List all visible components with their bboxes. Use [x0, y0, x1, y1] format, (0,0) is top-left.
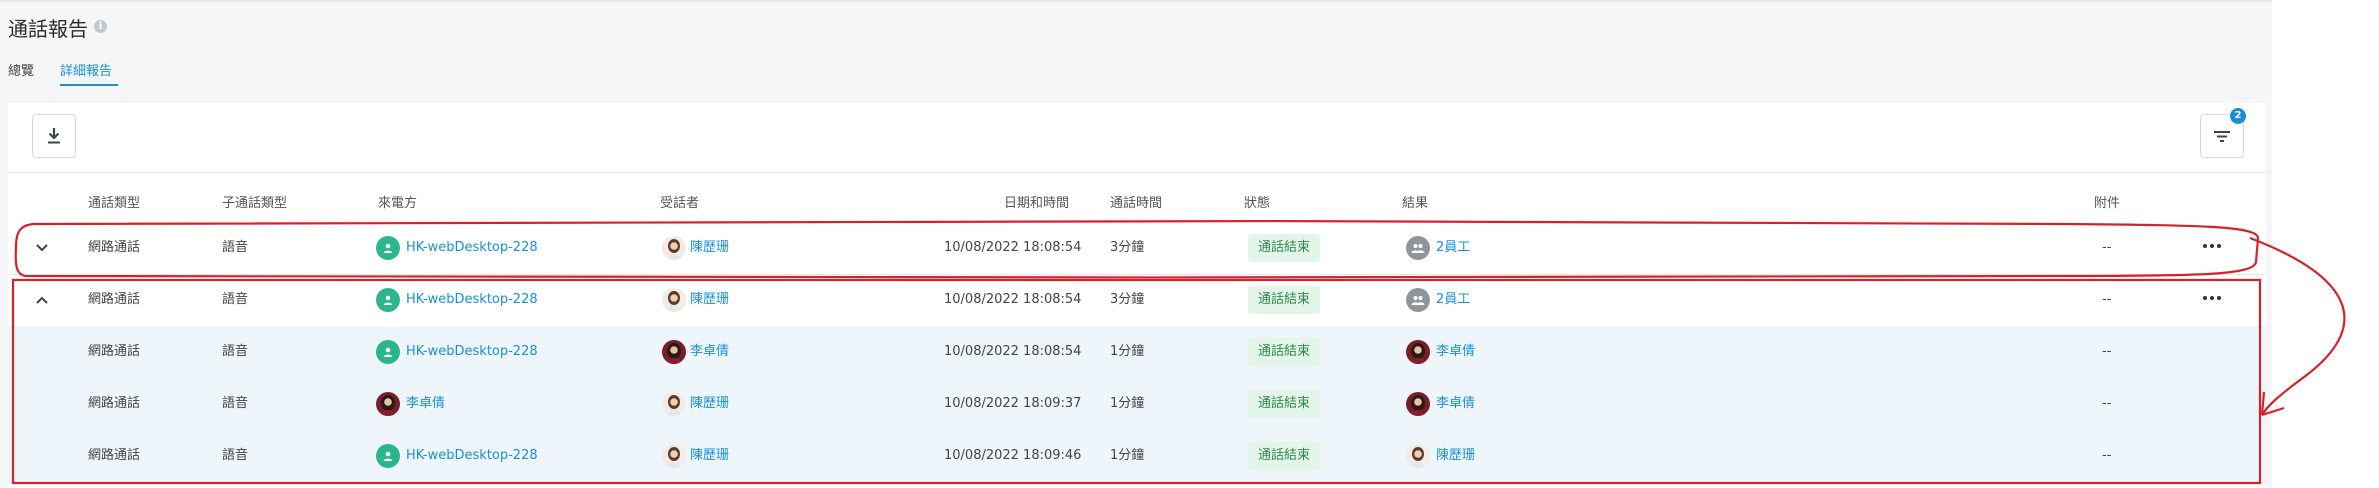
- call-type-cell: 網路通話: [88, 344, 141, 359]
- column-header-result[interactable]: 結果: [1402, 192, 1428, 211]
- attachment-cell: --: [2102, 396, 2112, 411]
- attachment-cell: --: [2102, 344, 2112, 359]
- collapse-chevron-icon[interactable]: [30, 288, 54, 312]
- result-link[interactable]: 2員工: [1436, 238, 1470, 258]
- caller-link[interactable]: HK-webDesktop-228: [406, 290, 538, 310]
- status-badge: 通話結束: [1248, 286, 1321, 314]
- tab-detailed-report[interactable]: 詳細報告: [60, 60, 112, 79]
- datetime-cell: 10/08/2022 18:09:46: [944, 448, 1082, 463]
- callee-link[interactable]: 陳歷珊: [690, 238, 729, 258]
- caller-link[interactable]: HK-webDesktop-228: [406, 238, 538, 258]
- result-link[interactable]: 陳歷珊: [1436, 446, 1475, 466]
- device-avatar-icon: [376, 288, 400, 312]
- attachment-cell: --: [2102, 240, 2112, 255]
- page-title: 通話報告: [8, 17, 88, 41]
- sub-table-row[interactable]: 網路通話 語音 李卓倩 陳歷珊 10/08/2022 18:09:37 1分鐘 …: [8, 378, 2266, 431]
- column-header-status[interactable]: 狀態: [1244, 192, 1270, 211]
- duration-cell: 1分鐘: [1110, 448, 1145, 463]
- sub-table-row[interactable]: 網路通話 語音 HK-webDesktop-228 陳歷珊 10/08/2022…: [8, 430, 2266, 483]
- call-type-cell: 網路通話: [88, 396, 141, 411]
- call-type-cell: 網路通話: [88, 292, 141, 307]
- group-avatar-icon: [1406, 236, 1430, 260]
- column-header-sub-call-type[interactable]: 子通話類型: [222, 192, 287, 211]
- attachment-cell: --: [2102, 292, 2112, 307]
- sub-call-type-cell: 語音: [222, 396, 249, 411]
- tab-overview[interactable]: 總覽: [8, 60, 34, 79]
- user-avatar: [1406, 340, 1430, 364]
- datetime-cell: 10/08/2022 18:08:54: [944, 240, 1082, 255]
- callee-link[interactable]: 李卓倩: [690, 342, 729, 362]
- attachment-cell: --: [2102, 448, 2112, 463]
- table-row[interactable]: 網路通話 語音 HK-webDesktop-228 陳歷珊 10/08/2022…: [8, 274, 2266, 327]
- datetime-cell: 10/08/2022 18:08:54: [944, 344, 1082, 359]
- sub-table-row[interactable]: 網路通話 語音 HK-webDesktop-228 李卓倩 10/08/2022…: [8, 326, 2266, 379]
- info-icon[interactable]: i: [94, 20, 107, 33]
- user-avatar: [662, 340, 686, 364]
- device-avatar-icon: [376, 340, 400, 364]
- result-link[interactable]: 李卓倩: [1436, 394, 1475, 414]
- status-badge: 通話結束: [1248, 390, 1321, 418]
- more-options-icon[interactable]: [2198, 234, 2226, 258]
- user-avatar: [662, 288, 686, 312]
- download-icon: [48, 128, 60, 144]
- duration-cell: 3分鐘: [1110, 240, 1145, 255]
- status-badge: 通話結束: [1248, 234, 1321, 262]
- user-avatar: [376, 392, 400, 416]
- device-avatar-icon: [376, 444, 400, 468]
- datetime-cell: 10/08/2022 18:09:37: [944, 396, 1082, 411]
- callee-link[interactable]: 陳歷珊: [690, 290, 729, 310]
- filter-icon: [2214, 131, 2230, 142]
- duration-cell: 1分鐘: [1110, 344, 1145, 359]
- download-button[interactable]: [32, 114, 76, 158]
- duration-cell: 3分鐘: [1110, 292, 1145, 307]
- caller-link[interactable]: 李卓倩: [406, 394, 445, 414]
- column-header-call-type[interactable]: 通話類型: [88, 192, 140, 211]
- device-avatar-icon: [376, 236, 400, 260]
- column-header-caller[interactable]: 來電方: [378, 192, 417, 211]
- user-avatar: [1406, 392, 1430, 416]
- top-divider: [0, 0, 2272, 2]
- callee-link[interactable]: 陳歷珊: [690, 446, 729, 466]
- caller-link[interactable]: HK-webDesktop-228: [406, 342, 538, 362]
- status-badge: 通話結束: [1248, 442, 1321, 470]
- sub-call-type-cell: 語音: [222, 292, 249, 307]
- status-badge: 通話結束: [1248, 338, 1321, 366]
- column-header-datetime[interactable]: 日期和時間: [1004, 192, 1069, 211]
- call-type-cell: 網路通話: [88, 240, 141, 255]
- duration-cell: 1分鐘: [1110, 396, 1145, 411]
- datetime-cell: 10/08/2022 18:08:54: [944, 292, 1082, 307]
- sub-call-type-cell: 語音: [222, 344, 249, 359]
- more-options-icon[interactable]: [2198, 286, 2226, 310]
- sub-call-type-cell: 語音: [222, 240, 249, 255]
- call-type-cell: 網路通話: [88, 448, 141, 463]
- filter-count-badge: 2: [2230, 108, 2246, 124]
- user-avatar: [1406, 444, 1430, 468]
- result-link[interactable]: 李卓倩: [1436, 342, 1475, 362]
- group-avatar-icon: [1406, 288, 1430, 312]
- result-link[interactable]: 2員工: [1436, 290, 1470, 310]
- table-row[interactable]: 網路通話 語音 HK-webDesktop-228 陳歷珊 10/08/2022…: [8, 222, 2266, 275]
- callee-link[interactable]: 陳歷珊: [690, 394, 729, 414]
- expand-chevron-icon[interactable]: [30, 236, 54, 260]
- column-header-callee[interactable]: 受話者: [660, 192, 699, 211]
- column-header-attachment[interactable]: 附件: [2094, 192, 2120, 211]
- active-tab-indicator: [60, 84, 118, 86]
- user-avatar: [662, 392, 686, 416]
- caller-link[interactable]: HK-webDesktop-228: [406, 446, 538, 466]
- user-avatar: [662, 444, 686, 468]
- column-header-duration[interactable]: 通話時間: [1110, 192, 1162, 211]
- header-separator: [8, 172, 2266, 173]
- user-avatar: [662, 236, 686, 260]
- sub-call-type-cell: 語音: [222, 448, 249, 463]
